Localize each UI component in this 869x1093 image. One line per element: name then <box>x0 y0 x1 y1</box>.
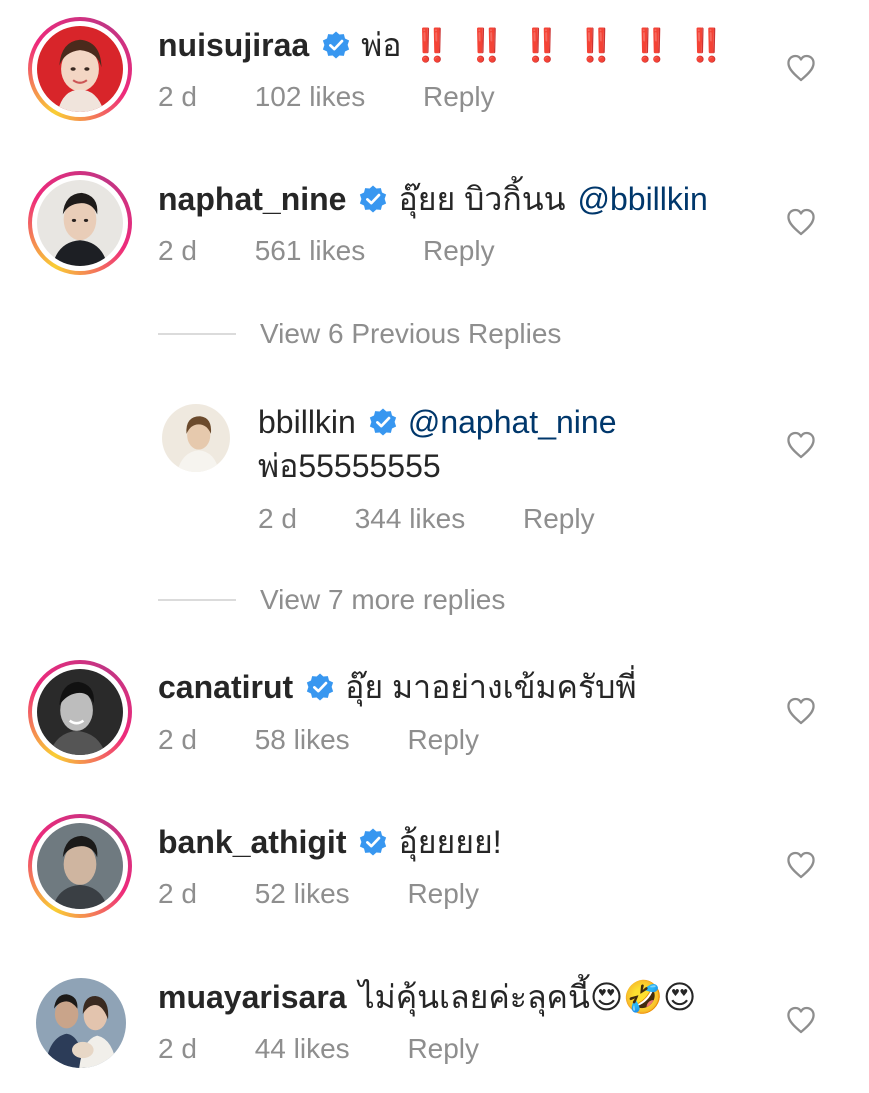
comment-text: ไม่คุ้นเลยค่ะลุคนี้ <box>358 979 590 1015</box>
comments-list: nuisujiraa พ่อ ‼️ ‼️ ‼️ ‼️ ‼️ ‼️ 2 d 102… <box>0 0 869 1093</box>
comment-text: อุ้ยยยย! <box>398 824 502 860</box>
comment-meta: 2 d 58 likes Reply <box>158 723 479 757</box>
likes-count[interactable]: 44 likes <box>255 1032 350 1066</box>
likes-count[interactable]: 344 likes <box>355 502 466 536</box>
comment-text: อุ๊ย มาอย่างเข้มครับพี่ <box>345 669 637 705</box>
username[interactable]: bank_athigit <box>158 822 346 862</box>
view-more-replies-label[interactable]: View 7 more replies <box>260 584 505 616</box>
comment-text: พ่อ <box>361 27 402 63</box>
username[interactable]: muayarisara <box>158 977 347 1017</box>
verified-badge-icon <box>358 184 388 214</box>
profile-photo-icon <box>162 404 230 472</box>
likes-count[interactable]: 52 likes <box>255 877 350 911</box>
view-more-replies[interactable]: View 7 more replies <box>158 584 505 616</box>
profile-photo-icon <box>37 180 123 266</box>
likes-count[interactable]: 58 likes <box>255 723 350 757</box>
comment-text: อุ๊ยย บิวกิ้นน <box>398 181 566 217</box>
profile-photo-icon <box>37 823 123 909</box>
reply-button[interactable]: Reply <box>407 1032 479 1066</box>
verified-badge-icon <box>305 672 335 702</box>
reply-button[interactable]: Reply <box>423 80 495 114</box>
likes-count[interactable]: 561 likes <box>255 234 366 268</box>
heart-outline-icon[interactable] <box>786 697 816 725</box>
timestamp: 2 d <box>158 1033 197 1064</box>
avatar[interactable] <box>28 171 132 275</box>
comment-line: muayarisara ไม่คุ้นเลยค่ะลุคนี้ 😍🤣😍 <box>158 977 696 1017</box>
mention-link[interactable]: @bbillkin <box>577 179 707 219</box>
view-previous-replies[interactable]: View 6 Previous Replies <box>158 318 561 350</box>
username[interactable]: canatirut <box>158 667 293 707</box>
profile-photo-icon <box>36 978 126 1068</box>
comment-line: bank_athigit อุ้ยยยย! <box>158 822 502 862</box>
comment-line: nuisujiraa พ่อ ‼️ ‼️ ‼️ ‼️ ‼️ ‼️ <box>158 25 728 65</box>
reply-text-line: พ่อ55555555 <box>258 446 441 486</box>
username[interactable]: nuisujiraa <box>158 25 309 65</box>
comment-meta: 2 d 52 likes Reply <box>158 877 479 911</box>
timestamp: 2 d <box>158 235 197 266</box>
timestamp: 2 d <box>158 81 197 112</box>
username[interactable]: bbillkin <box>258 402 356 442</box>
reply-button[interactable]: Reply <box>407 723 479 757</box>
avatar[interactable] <box>162 404 230 472</box>
heart-outline-icon[interactable] <box>786 431 816 459</box>
verified-badge-icon <box>358 827 388 857</box>
emoji-reactions: 😍🤣😍 <box>589 978 697 1016</box>
reply-button[interactable]: Reply <box>407 877 479 911</box>
profile-photo-icon <box>37 26 123 112</box>
double-exclamation-emoji: ‼️ ‼️ ‼️ ‼️ ‼️ ‼️ <box>411 26 729 64</box>
comment-line: naphat_nine อุ๊ยย บิวกิ้นน @bbillkin <box>158 179 708 219</box>
comment-line: canatirut อุ๊ย มาอย่างเข้มครับพี่ <box>158 667 637 707</box>
divider <box>158 333 236 335</box>
username[interactable]: naphat_nine <box>158 179 346 219</box>
view-previous-replies-label[interactable]: View 6 Previous Replies <box>260 318 561 350</box>
comment-meta: 2 d 102 likes Reply <box>158 80 495 114</box>
verified-badge-icon <box>368 407 398 437</box>
comment-meta: 2 d 44 likes Reply <box>158 1032 479 1066</box>
avatar[interactable] <box>36 978 126 1068</box>
reply-text: พ่อ55555555 <box>258 448 441 484</box>
comment-meta: 2 d 561 likes Reply <box>158 234 495 268</box>
reply-meta: 2 d 344 likes Reply <box>258 502 595 536</box>
heart-outline-icon[interactable] <box>786 1006 816 1034</box>
heart-outline-icon[interactable] <box>786 851 816 879</box>
likes-count[interactable]: 102 likes <box>255 80 366 114</box>
timestamp: 2 d <box>258 503 297 534</box>
avatar[interactable] <box>28 660 132 764</box>
reply-button[interactable]: Reply <box>423 234 495 268</box>
heart-outline-icon[interactable] <box>786 208 816 236</box>
divider <box>158 599 236 601</box>
verified-badge-icon <box>321 30 351 60</box>
mention-link[interactable]: @naphat_nine <box>408 402 617 442</box>
reply-button[interactable]: Reply <box>523 502 595 536</box>
avatar[interactable] <box>28 17 132 121</box>
reply-line: bbillkin @naphat_nine <box>258 402 616 442</box>
timestamp: 2 d <box>158 878 197 909</box>
timestamp: 2 d <box>158 724 197 755</box>
heart-outline-icon[interactable] <box>786 54 816 82</box>
profile-photo-icon <box>37 669 123 755</box>
avatar[interactable] <box>28 814 132 918</box>
